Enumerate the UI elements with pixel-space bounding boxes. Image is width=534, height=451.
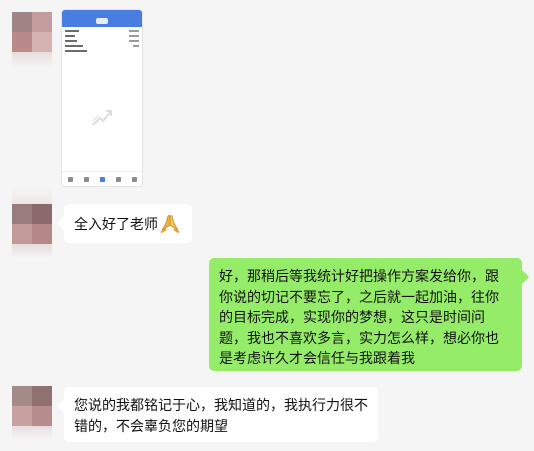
avatar[interactable] — [12, 204, 52, 244]
avatar-tile — [12, 224, 32, 244]
avatar-tile — [32, 204, 52, 224]
avatar-tile — [32, 406, 52, 426]
avatar[interactable] — [12, 386, 52, 426]
message-text: 您说的我都铭记于心，我知道的，我执行力很不错的，不会辜负您的期望 — [74, 398, 368, 435]
phone-tab-icon — [115, 176, 121, 182]
phone-logo-icon — [96, 18, 108, 24]
avatar-tile — [12, 12, 32, 32]
avatar-blur — [12, 188, 52, 204]
avatar-tile — [12, 32, 32, 52]
phone-tab-icon — [131, 176, 137, 182]
avatar-tile — [12, 386, 32, 406]
phone-tab-icon — [83, 176, 89, 182]
phone-content — [62, 27, 142, 52]
image-message[interactable] — [62, 10, 142, 186]
avatar-blur — [12, 52, 52, 68]
phone-row — [65, 40, 139, 42]
avatar-tile — [32, 12, 52, 32]
avatar-blur — [12, 244, 52, 258]
outgoing-message[interactable]: 好，那稍后等我统计好把操作方案发给你，跟你说的切记不要忘了，之后就一起加油，往你… — [209, 258, 522, 371]
phone-tab-icon — [67, 176, 73, 182]
message-text: 好，那稍后等我统计好把操作方案发给你，跟你说的切记不要忘了，之后就一起加油，往你… — [219, 269, 499, 367]
avatar-tile — [32, 386, 52, 406]
phone-header — [62, 15, 142, 27]
phone-tab-bar — [62, 171, 142, 186]
avatar-tile — [12, 204, 32, 224]
avatar[interactable] — [12, 12, 52, 52]
trend-arrow-icon — [92, 110, 112, 126]
avatar-tile — [12, 406, 32, 426]
avatar-tile — [32, 32, 52, 52]
phone-row — [65, 30, 139, 32]
phone-tab-icon — [99, 176, 105, 182]
avatar-tile — [32, 224, 52, 244]
incoming-message[interactable]: 您说的我都铭记于心，我知道的，我执行力很不错的，不会辜负您的期望 — [64, 387, 378, 442]
phone-row — [65, 45, 139, 47]
incoming-message[interactable]: 全入好了老师 — [64, 204, 192, 243]
folded-hands-icon — [160, 215, 180, 233]
message-text: 全入好了老师 — [74, 217, 158, 233]
avatar-blur — [12, 426, 52, 440]
phone-row — [65, 50, 139, 52]
phone-row — [65, 35, 139, 37]
